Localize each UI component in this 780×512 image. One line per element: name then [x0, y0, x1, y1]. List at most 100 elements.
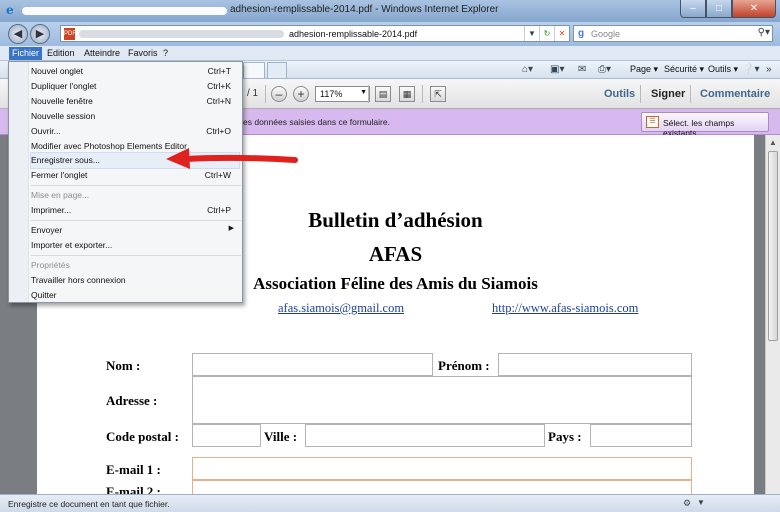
separator — [265, 85, 266, 103]
menu-item-label: Quitter — [31, 290, 57, 300]
menu-edition[interactable]: Edition — [47, 48, 75, 58]
tab-commentaire[interactable]: Commentaire — [700, 88, 770, 100]
home-icon[interactable]: ⌂▾ — [522, 64, 533, 75]
protected-mode-icon[interactable]: ⚙ — [683, 498, 691, 509]
menu-item-importer-exporter[interactable]: Importer et exporter... — [31, 238, 239, 253]
address-bar[interactable]: PDF adhesion-remplissable-2014.pdf ▼ ↻ ✕ — [60, 25, 570, 42]
scroll-up-icon[interactable]: ▲ — [769, 138, 777, 147]
refresh-icon[interactable]: ↻ — [539, 26, 554, 41]
field-email2[interactable] — [192, 480, 692, 494]
back-button[interactable]: ◀ — [8, 24, 28, 44]
window-title: adhesion-remplissable-2014.pdf - Windows… — [230, 4, 499, 15]
form-fields-icon: ☰ — [646, 116, 659, 128]
label-pays: Pays : — [548, 429, 582, 444]
menu-separator — [31, 255, 241, 256]
email-link[interactable]: afas.siamois@gmail.com — [278, 301, 404, 316]
new-tab-button[interactable] — [267, 62, 287, 78]
tools-menu[interactable]: Outils ▾ — [708, 64, 738, 75]
vertical-scrollbar[interactable]: ▲ — [765, 135, 780, 494]
menu-item-label: Propriétés — [31, 260, 70, 270]
menu-item-label: Imprimer... — [31, 205, 72, 215]
scrollbar-thumb[interactable] — [768, 151, 778, 341]
zoom-out-button[interactable]: – — [271, 86, 287, 102]
field-email1[interactable] — [192, 457, 692, 480]
zoom-select[interactable]: 117% ▼ — [315, 86, 370, 102]
menu-item-quitter[interactable]: Quitter — [31, 288, 239, 303]
field-adresse[interactable] — [192, 376, 692, 424]
notice-text: es données saisies dans ce formulaire. — [243, 117, 390, 127]
minimize-button[interactable]: – — [680, 0, 706, 18]
label-ville: Ville : — [264, 429, 298, 444]
label-email1: E-mail 1 : — [106, 462, 161, 477]
google-icon: g — [578, 28, 585, 39]
menu-item-label: Envoyer — [31, 225, 63, 235]
print-icon[interactable]: ⎙▾ — [598, 64, 611, 75]
address-row: ◀ ▶ PDF adhesion-remplissable-2014.pdf ▼… — [0, 22, 780, 46]
field-pays[interactable] — [590, 424, 692, 447]
page-menu[interactable]: Page ▾ — [630, 64, 658, 75]
fit-page-icon[interactable]: ▤ — [375, 86, 391, 102]
pdf-icon: PDF — [64, 28, 76, 40]
separator — [690, 85, 691, 103]
menu-item-nouvelle-session[interactable]: Nouvelle session — [31, 109, 239, 124]
label-prenom: Prénom : — [438, 358, 490, 373]
stop-icon[interactable]: ✕ — [554, 26, 569, 41]
menu-item-shortcut: Ctrl+P — [207, 205, 231, 215]
chevron-down-icon: ▼ — [360, 89, 367, 96]
menu-item-shortcut: Ctrl+N — [206, 96, 231, 106]
menu-item-label: Nouvelle fenêtre — [31, 96, 93, 106]
status-text: Enregistre ce document en tant que fichi… — [8, 499, 170, 509]
tab-signer[interactable]: Signer — [651, 88, 685, 100]
fit-width-icon[interactable]: ▦ — [399, 86, 415, 102]
menu-item-label: Importer et exporter... — [31, 240, 113, 250]
menu-item-label: Nouvelle session — [31, 111, 96, 121]
more-icon[interactable]: » — [766, 64, 772, 75]
tab-outils[interactable]: Outils — [604, 88, 635, 100]
menu-item-mise-en-page: Mise en page... — [31, 188, 239, 203]
search-icon[interactable]: ⚲▾ — [758, 27, 770, 38]
redacted-title — [22, 7, 227, 15]
feeds-icon[interactable]: ▣▾ — [550, 64, 564, 75]
page-total: / 1 — [247, 88, 259, 99]
close-button[interactable]: ✕ — [732, 0, 776, 18]
menu-item-dupliquer-onglet[interactable]: Dupliquer l'onglet Ctrl+K — [31, 79, 239, 94]
address-dropdown-icon[interactable]: ▼ — [524, 26, 539, 41]
separator — [640, 85, 641, 103]
red-arrow-annotation-icon — [166, 148, 298, 169]
menu-item-label: Ouvrir... — [31, 126, 61, 136]
menu-item-shortcut: Ctrl+T — [207, 66, 231, 76]
label-nom: Nom : — [106, 358, 141, 373]
menu-item-travailler-hors-connexion[interactable]: Travailler hors connexion — [31, 273, 239, 288]
address-url: adhesion-remplissable-2014.pdf — [289, 29, 418, 39]
help-icon[interactable]: ❔▾ — [742, 64, 759, 75]
zoom-in-button[interactable]: + — [293, 86, 309, 102]
menu-atteindre[interactable]: Atteindre — [84, 48, 120, 58]
field-code-postal[interactable] — [192, 424, 261, 447]
forward-button[interactable]: ▶ — [30, 24, 50, 44]
menu-item-imprimer[interactable]: Imprimer... Ctrl+P — [31, 203, 239, 218]
select-fields-button[interactable]: ☰ Sélect. les champs existants — [641, 112, 769, 138]
website-link[interactable]: http://www.afas-siamois.com — [492, 301, 638, 316]
zoom-dropdown-icon[interactable]: ▼ — [697, 498, 705, 507]
menu-fichier[interactable]: Fichier — [9, 47, 43, 60]
full-screen-icon[interactable]: ⇱ — [430, 86, 446, 102]
menu-favoris[interactable]: Favoris — [128, 48, 158, 58]
field-nom[interactable] — [192, 353, 433, 376]
menu-item-nouvelle-fenetre[interactable]: Nouvelle fenêtre Ctrl+N — [31, 94, 239, 109]
search-box[interactable]: g Google ⚲▾ — [573, 25, 773, 42]
ie-logo-icon: e — [6, 3, 14, 17]
maximize-button[interactable]: □ — [706, 0, 732, 18]
field-ville[interactable] — [305, 424, 545, 447]
menu-help[interactable]: ? — [163, 48, 168, 58]
menu-item-label: Fermer l'onglet — [31, 170, 88, 180]
menu-item-envoyer[interactable]: Envoyer ▶ — [31, 223, 239, 238]
page-menu-label: Page — [630, 64, 652, 74]
redacted-url — [79, 30, 284, 38]
menu-item-ouvrir[interactable]: Ouvrir... Ctrl+O — [31, 124, 239, 139]
security-menu[interactable]: Sécurité ▾ — [664, 64, 704, 75]
mail-icon[interactable]: ✉ — [578, 64, 586, 75]
menu-item-nouvel-onglet[interactable]: Nouvel onglet Ctrl+T — [31, 64, 239, 79]
title-bar: e adhesion-remplissable-2014.pdf - Windo… — [0, 0, 780, 22]
browser-tab[interactable] — [243, 62, 265, 78]
field-prenom[interactable] — [498, 353, 692, 376]
